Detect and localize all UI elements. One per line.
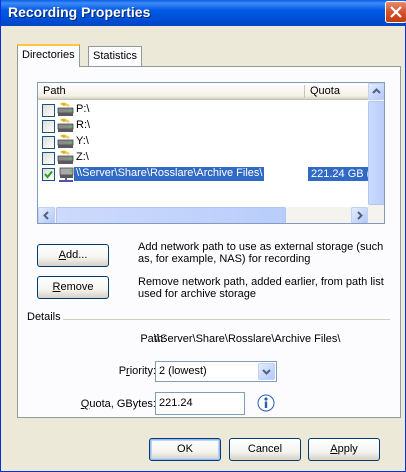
chevron-up-icon: [372, 88, 381, 94]
chevron-right-icon: [357, 211, 363, 220]
row-checkbox[interactable]: [42, 120, 55, 133]
remove-button[interactable]: Remove: [37, 276, 109, 299]
remove-description: Remove network path, added earlier, from…: [138, 276, 384, 300]
vertical-scrollbar[interactable]: [368, 83, 384, 207]
column-header-quota[interactable]: Quota: [310, 85, 340, 97]
chevron-left-icon: [43, 211, 49, 220]
add-description: Add network path to use as external stor…: [138, 241, 384, 265]
priority-select[interactable]: 2 (lowest): [155, 361, 277, 382]
network-drive-icon: [59, 167, 74, 182]
row-checkbox[interactable]: [42, 104, 55, 117]
quota-input-value: 221.24: [159, 397, 193, 409]
list-item[interactable]: \\Server\Share\Rosslare\Archive Files\ 2…: [38, 166, 368, 182]
directory-list[interactable]: Path Quota P:\ R:\ Y:\ Z:\ \\Server\Shar…: [37, 82, 385, 224]
window-title: Recording Properties: [8, 4, 151, 20]
apply-button-mnemonic: A: [330, 443, 338, 455]
row-path: Z:\: [76, 151, 89, 163]
apply-button-label: pply: [337, 443, 358, 455]
row-path: R:\: [76, 119, 91, 131]
column-header-path[interactable]: Path: [43, 85, 66, 97]
ok-button[interactable]: OK: [149, 438, 221, 461]
tab-directories-label: Directories: [22, 49, 75, 61]
apply-button[interactable]: Apply: [308, 438, 380, 461]
quota-input[interactable]: 221.24: [155, 392, 245, 415]
list-item[interactable]: P:\: [38, 102, 368, 118]
ok-button-label: OK: [177, 443, 193, 455]
horizontal-scrollbar[interactable]: [38, 207, 384, 223]
list-item[interactable]: R:\: [38, 118, 368, 134]
row-checkbox[interactable]: [42, 168, 55, 181]
quota-label: Quota, GBytes:: [80, 398, 156, 410]
local-drive-icon: [57, 102, 74, 116]
local-drive-icon: [57, 134, 74, 148]
directories-panel: Path Quota P:\ R:\ Y:\ Z:\ \\Server\Shar…: [17, 66, 401, 418]
info-icon[interactable]: [257, 394, 275, 412]
recording-properties-dialog: Recording Properties Directories Statist…: [0, 0, 406, 472]
scroll-right-button[interactable]: [351, 207, 368, 223]
add-button-label: dd...: [65, 249, 88, 261]
scroll-up-button[interactable]: [368, 83, 384, 100]
local-drive-icon: [57, 118, 74, 132]
row-path: \\Server\Share\Rosslare\Archive Files\: [74, 167, 265, 181]
details-group-label: Details: [25, 311, 63, 323]
priority-dropdown-button[interactable]: [258, 363, 275, 380]
add-button-mnemonic: A: [58, 249, 66, 261]
close-icon: [390, 6, 402, 18]
row-quota: 221.24 GB (✕: [308, 167, 368, 181]
scroll-left-button[interactable]: [38, 207, 55, 223]
cancel-button[interactable]: Cancel: [229, 438, 301, 461]
path-value: \\Server\Share\Rosslare\Archive Files\: [154, 333, 341, 345]
vertical-scroll-thumb[interactable]: [368, 101, 384, 205]
priority-select-value: 2 (lowest): [159, 365, 207, 377]
title-bar[interactable]: Recording Properties: [1, 0, 406, 26]
row-checkbox[interactable]: [42, 152, 55, 165]
row-path: P:\: [76, 103, 90, 115]
priority-label: Priority:: [118, 365, 156, 377]
close-button[interactable]: [385, 1, 406, 23]
tab-directories[interactable]: Directories: [17, 44, 80, 67]
tab-statistics-label: Statistics: [93, 50, 138, 62]
cancel-button-label: Cancel: [247, 443, 283, 455]
add-button[interactable]: Add...: [37, 244, 109, 267]
row-checkbox[interactable]: [42, 136, 55, 149]
chevron-down-icon: [262, 369, 271, 375]
remove-button-label: emove: [60, 281, 94, 293]
horizontal-scroll-thumb[interactable]: [56, 207, 286, 223]
list-header: Path Quota: [38, 83, 368, 100]
list-item[interactable]: Y:\: [38, 134, 368, 150]
local-drive-icon: [57, 150, 74, 164]
column-separator[interactable]: [304, 85, 305, 98]
row-path: Y:\: [76, 135, 89, 147]
checkmark-icon: [44, 170, 53, 179]
list-item[interactable]: Z:\: [38, 150, 368, 166]
tab-statistics[interactable]: Statistics: [88, 46, 143, 66]
